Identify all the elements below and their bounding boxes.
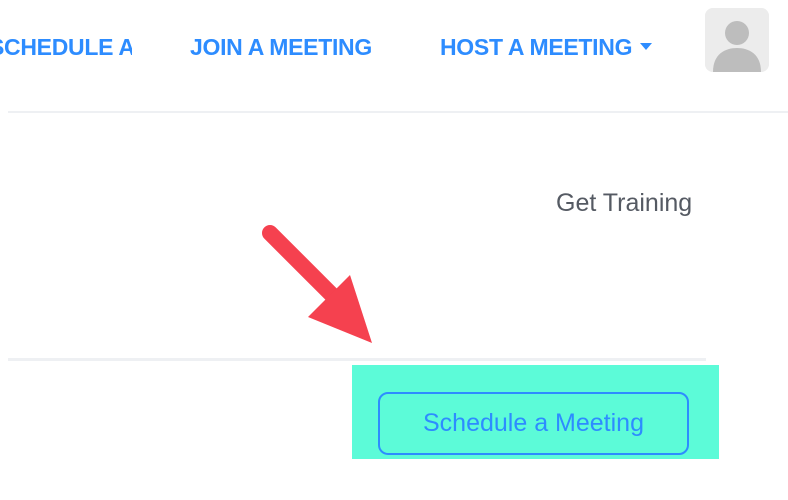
schedule-meeting-button[interactable]: Schedule a Meeting	[378, 392, 689, 455]
content-divider	[8, 358, 706, 361]
nav-join-meeting[interactable]: JOIN A MEETING	[190, 30, 372, 64]
nav-divider	[8, 111, 788, 113]
user-avatar-icon	[705, 8, 769, 72]
nav-host-label: HOST A MEETING	[440, 34, 633, 60]
user-avatar[interactable]	[705, 8, 769, 72]
caret-down-icon	[640, 43, 653, 51]
nav-host-meeting[interactable]: HOST A MEETING	[440, 30, 653, 64]
get-training-link[interactable]: Get Training	[556, 187, 692, 219]
arrow-down-right-icon	[262, 225, 372, 343]
nav-join-label: JOIN A MEETING	[190, 34, 372, 60]
nav-schedule-meeting[interactable]: SCHEDULE A MEETING	[0, 30, 132, 64]
zoom-page: SCHEDULE A MEETING JOIN A MEETING HOST A…	[0, 0, 788, 500]
nav-schedule-label: SCHEDULE A MEETING	[0, 34, 132, 60]
